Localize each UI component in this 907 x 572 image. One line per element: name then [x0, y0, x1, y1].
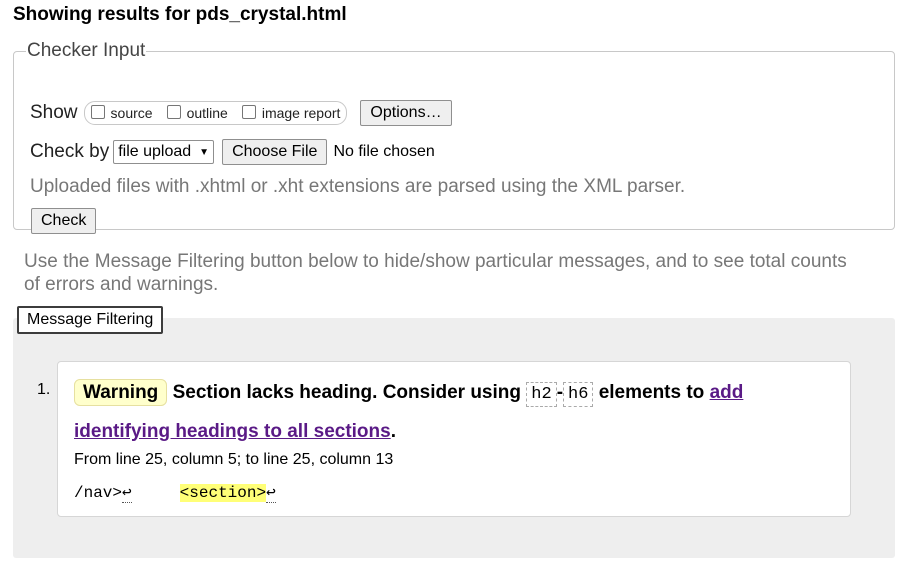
result-number: 1.	[37, 381, 51, 398]
dropdown-caret-icon[interactable]: ▼	[199, 147, 209, 158]
code-h2: h2	[526, 382, 557, 407]
source-checkbox[interactable]	[90, 105, 105, 119]
message-text: Section lacks heading. Consider using	[172, 382, 521, 403]
check-by-label: Check by	[30, 141, 110, 162]
message-filtering-button[interactable]: Message Filtering	[17, 306, 164, 334]
result-location: From line 25, column 5; to line 25, colu…	[74, 451, 394, 468]
options-button[interactable]: Options…	[360, 100, 452, 126]
outline-checkbox[interactable]	[166, 105, 181, 119]
result-message: Warning Section lacks heading. Consider …	[74, 374, 834, 450]
source-label[interactable]: source	[111, 105, 153, 121]
show-image-report-option[interactable]: image report	[240, 105, 341, 121]
filtering-info-text: Use the Message Filtering button below t…	[24, 251, 847, 295]
outline-label[interactable]: outline	[187, 105, 228, 121]
code-h6: h6	[563, 382, 594, 407]
extract-prefix: /nav>	[74, 484, 123, 502]
result-item: Warning Section lacks heading. Consider …	[57, 361, 851, 517]
image-report-label[interactable]: image report	[262, 105, 341, 121]
file-status: No file chosen	[333, 143, 435, 160]
show-row: Show source outline image report Options…	[30, 100, 452, 126]
source-extract: /nav>↩ <section>↩	[74, 482, 276, 503]
warning-badge: Warning	[74, 379, 168, 406]
results-panel: 1. Warning Section lacks heading. Consid…	[13, 318, 895, 558]
extract-highlight: <section>	[179, 484, 267, 502]
image-report-checkbox[interactable]	[241, 105, 256, 119]
check-by-value[interactable]: file upload	[118, 143, 191, 161]
show-source-option[interactable]: source	[89, 105, 153, 121]
show-outline-option[interactable]: outline	[165, 105, 228, 121]
check-by-row: Check by file upload ▼ Choose File No fi…	[30, 139, 435, 165]
check-by-select[interactable]: file upload ▼	[113, 140, 215, 164]
checker-input-legend: Checker Input	[27, 40, 146, 61]
choose-file-button[interactable]: Choose File	[222, 139, 328, 165]
message-text-mid: elements to	[598, 382, 705, 403]
checker-input-fieldset: Checker Input Show source outline image …	[13, 40, 895, 234]
message-period: .	[390, 421, 396, 442]
page-title: Showing results for pds_crystal.html	[13, 4, 347, 25]
show-label: Show	[30, 102, 78, 123]
show-options-group: source outline image report	[83, 101, 348, 125]
linefeed-icon: ↩	[266, 484, 276, 503]
xml-parser-hint: Uploaded files with .xhtml or .xht exten…	[30, 176, 686, 197]
check-button[interactable]: Check	[31, 208, 97, 234]
linefeed-icon: ↩	[122, 484, 132, 503]
